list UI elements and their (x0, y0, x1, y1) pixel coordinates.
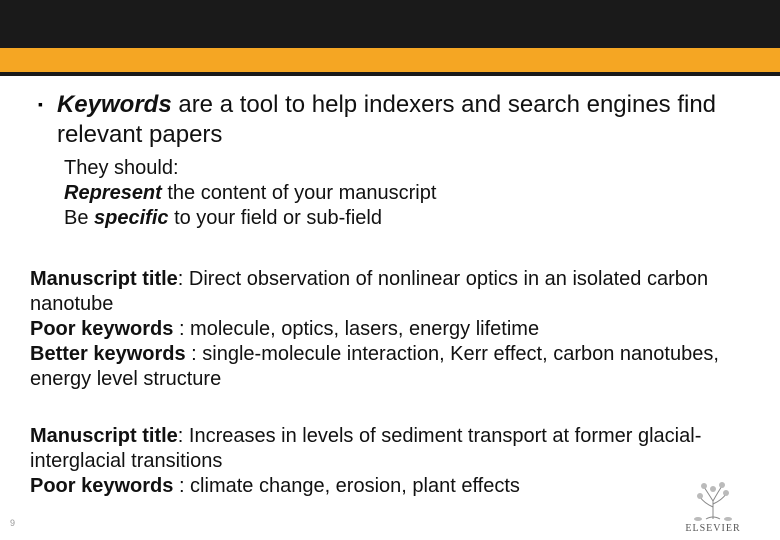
tree-icon (686, 479, 740, 521)
header-divider (0, 72, 780, 76)
sub-line1: They should: (64, 156, 750, 181)
publisher-logo: ELSEVIER (658, 472, 768, 534)
ex2-title-label: Manuscript title (30, 425, 178, 447)
sub-block: They should: Represent the content of yo… (64, 156, 750, 231)
sub-line2: Represent the content of your manuscript (64, 181, 750, 206)
bullet-icon: ▪ (38, 90, 43, 118)
header-band (0, 0, 780, 76)
sub-line2-rest: the content of your manuscript (162, 182, 437, 204)
ex1-poor-label: Poor keywords (30, 318, 179, 340)
sub-line2-bold: Represent (64, 182, 162, 204)
header-orange-bar (0, 48, 780, 72)
sub-line3-bold: specific (94, 207, 168, 229)
ex1-poor-value: : molecule, optics, lasers, energy lifet… (179, 318, 539, 340)
lead-text: Keywords are a tool to help indexers and… (57, 90, 750, 150)
lead-bullet-row: ▪ Keywords are a tool to help indexers a… (30, 90, 750, 150)
example1: Manuscript title: Direct observation of … (30, 267, 750, 392)
header-black-bar (0, 0, 780, 48)
slide-content: ▪ Keywords are a tool to help indexers a… (30, 90, 750, 499)
example2: Manuscript title: Increases in levels of… (30, 424, 750, 499)
ex2-poor-label: Poor keywords (30, 475, 179, 497)
lead-keyword: Keywords (57, 91, 172, 118)
publisher-name: ELSEVIER (685, 523, 740, 534)
page-number: 9 (10, 518, 15, 528)
sub-line3-pre: Be (64, 207, 94, 229)
ex2-poor-value: : climate change, erosion, plant effects (179, 475, 520, 497)
sub-line3: Be specific to your field or sub-field (64, 206, 750, 231)
ex1-title-label: Manuscript title (30, 268, 178, 290)
ex1-better-label: Better keywords (30, 343, 191, 365)
sub-line3-rest: to your field or sub-field (169, 207, 382, 229)
